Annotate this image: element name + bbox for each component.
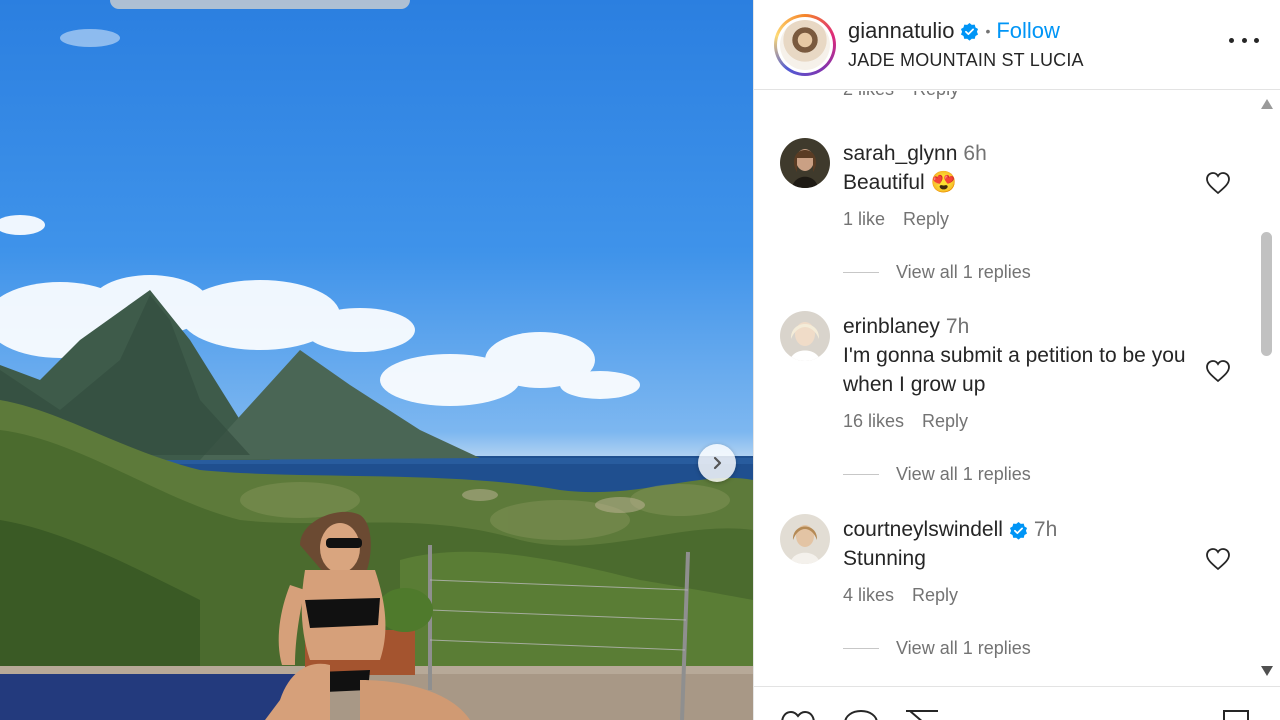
scroll-down-icon[interactable] <box>1260 665 1274 677</box>
reply-button[interactable]: Reply <box>913 91 959 99</box>
heart-icon[interactable] <box>780 709 816 720</box>
reply-button[interactable]: Reply <box>903 209 949 229</box>
post-photo <box>0 0 753 720</box>
verified-icon <box>1009 521 1027 540</box>
commenter-avatar[interactable] <box>780 514 830 564</box>
comment-text: Beautiful 😍 <box>843 171 957 194</box>
commenter-username[interactable]: erinblaney <box>843 315 940 339</box>
comment-time: 7h <box>1033 518 1058 541</box>
post-side-panel: giannatulio • Follow JADE MOUNTAIN ST LU… <box>753 0 1280 720</box>
landscape-photo <box>0 29 753 720</box>
heart-icon[interactable] <box>1205 359 1231 383</box>
save-icon[interactable] <box>1221 709 1251 720</box>
heart-icon[interactable] <box>1205 171 1231 195</box>
post-header: giannatulio • Follow JADE MOUNTAIN ST LU… <box>754 0 1280 90</box>
replies-divider <box>843 648 879 649</box>
view-replies-label: View all 1 replies <box>896 262 1031 282</box>
view-replies-button[interactable]: View all 1 replies <box>843 638 1031 659</box>
author-username[interactable]: giannatulio <box>848 18 954 44</box>
follow-button[interactable]: Follow <box>996 18 1060 44</box>
reply-button[interactable]: Reply <box>912 585 958 605</box>
more-options-icon <box>1229 37 1234 43</box>
commenter-username[interactable]: sarah_glynn <box>843 142 957 166</box>
view-replies-button[interactable]: View all 1 replies <box>843 262 1031 283</box>
next-arrow-icon <box>713 456 722 470</box>
view-replies-label: View all 1 replies <box>896 638 1031 658</box>
comment-time: 6h <box>963 142 987 165</box>
view-replies-button[interactable]: View all 1 replies <box>843 464 1031 485</box>
separator-dot: • <box>985 23 991 39</box>
view-replies-label: View all 1 replies <box>896 464 1031 484</box>
comments-scrollbar[interactable] <box>1256 98 1278 688</box>
comment-text: I'm gonna submit a petition to be you wh… <box>843 344 1186 396</box>
comment-icon[interactable] <box>843 709 879 720</box>
post-actions-bar <box>754 686 1280 720</box>
author-avatar-image <box>780 19 830 70</box>
replies-divider <box>843 474 879 475</box>
commenter-avatar[interactable] <box>780 138 830 188</box>
reply-button[interactable]: Reply <box>922 411 968 431</box>
top-edge-overlay <box>110 0 410 9</box>
comment-likes[interactable]: 16 likes <box>843 411 904 431</box>
heart-icon[interactable] <box>1205 547 1231 571</box>
more-options-button[interactable] <box>1229 30 1259 50</box>
partial-comment-meta: 2 likes Reply <box>843 91 973 100</box>
author-avatar[interactable] <box>774 13 836 76</box>
comment-likes[interactable]: 4 likes <box>843 585 894 605</box>
comment-likes[interactable]: 2 likes <box>843 91 894 99</box>
share-icon[interactable] <box>904 709 940 720</box>
next-photo-button[interactable] <box>698 444 736 482</box>
commenter-username[interactable]: courtneylswindell <box>843 518 1003 542</box>
comments-list: 2 likes Reply sarah_glynn6h Beautiful 😍 … <box>754 91 1280 685</box>
commenter-avatar[interactable] <box>780 311 830 361</box>
comment-text: Stunning <box>843 547 926 570</box>
post-location[interactable]: JADE MOUNTAIN ST LUCIA <box>848 50 1084 71</box>
scroll-up-icon[interactable] <box>1260 98 1274 110</box>
comment-likes[interactable]: 1 like <box>843 209 885 229</box>
verified-icon <box>961 22 979 41</box>
comment-time: 7h <box>945 315 970 338</box>
scroll-thumb[interactable] <box>1261 232 1272 356</box>
replies-divider <box>843 272 879 273</box>
